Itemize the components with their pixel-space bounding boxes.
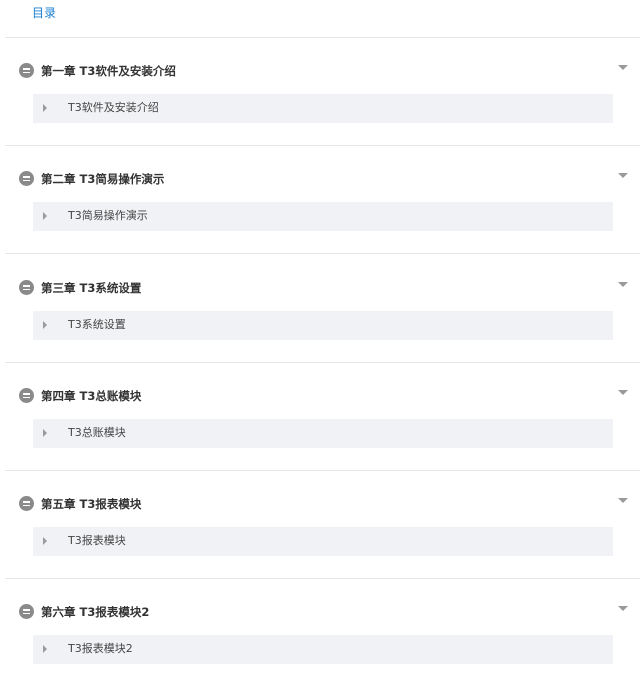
chapter-3: 第三章 T3系统设置 T3系统设置 [5, 255, 640, 363]
chapter-4: 第四章 T3总账模块 T3总账模块 [5, 363, 640, 471]
chapter-title: 第四章 T3总账模块 [41, 389, 142, 403]
toc-tab[interactable]: 目录 [32, 5, 56, 21]
chapter-header[interactable]: 第四章 T3总账模块 [5, 383, 640, 409]
section-item[interactable]: T3简易操作演示 [33, 202, 613, 231]
chevron-down-icon[interactable] [618, 606, 628, 611]
collapse-circle-icon[interactable] [19, 604, 34, 619]
chapter-header[interactable]: 第二章 T3简易操作演示 [5, 166, 640, 192]
caret-right-icon [43, 645, 47, 653]
chevron-down-icon[interactable] [618, 498, 628, 503]
section-item[interactable]: T3软件及安装介绍 [33, 94, 613, 123]
chapter-title: 第三章 T3系统设置 [41, 281, 142, 295]
chevron-down-icon[interactable] [618, 390, 628, 395]
chapter-header[interactable]: 第六章 T3报表模块2 [5, 599, 640, 625]
collapse-circle-icon[interactable] [19, 171, 34, 186]
caret-right-icon [43, 429, 47, 437]
chapter-divider [5, 253, 640, 254]
section-label: T3简易操作演示 [68, 209, 148, 222]
chapter-6: 第六章 T3报表模块2 T3报表模块2 [5, 579, 640, 687]
caret-right-icon [43, 212, 47, 220]
collapse-circle-icon[interactable] [19, 63, 34, 78]
section-item[interactable]: T3报表模块 [33, 527, 613, 556]
collapse-circle-icon[interactable] [19, 280, 34, 295]
section-label: T3软件及安装介绍 [68, 101, 159, 114]
chapter-title: 第二章 T3简易操作演示 [41, 172, 165, 186]
chapter-2: 第二章 T3简易操作演示 T3简易操作演示 [5, 146, 640, 254]
section-label: T3报表模块2 [68, 642, 133, 655]
chapter-1: 第一章 T3软件及安装介绍 T3软件及安装介绍 [5, 38, 640, 146]
section-item[interactable]: T3报表模块2 [33, 635, 613, 664]
section-item[interactable]: T3系统设置 [33, 311, 613, 340]
chapter-header[interactable]: 第三章 T3系统设置 [5, 275, 640, 301]
chapter-header[interactable]: 第一章 T3软件及安装介绍 [5, 58, 640, 84]
chapter-title: 第五章 T3报表模块 [41, 497, 142, 511]
section-label: T3报表模块 [68, 534, 126, 547]
collapse-circle-icon[interactable] [19, 388, 34, 403]
caret-right-icon [43, 321, 47, 329]
chapter-title: 第一章 T3软件及安装介绍 [41, 64, 176, 78]
chevron-down-icon[interactable] [618, 65, 628, 70]
chapter-5: 第五章 T3报表模块 T3报表模块 [5, 471, 640, 579]
chevron-down-icon[interactable] [618, 173, 628, 178]
chevron-down-icon[interactable] [618, 282, 628, 287]
section-item[interactable]: T3总账模块 [33, 419, 613, 448]
chapter-title: 第六章 T3报表模块2 [41, 605, 150, 619]
caret-right-icon [43, 104, 47, 112]
section-label: T3总账模块 [68, 426, 126, 439]
section-label: T3系统设置 [68, 318, 126, 331]
caret-right-icon [43, 537, 47, 545]
chapter-header[interactable]: 第五章 T3报表模块 [5, 491, 640, 517]
collapse-circle-icon[interactable] [19, 496, 34, 511]
